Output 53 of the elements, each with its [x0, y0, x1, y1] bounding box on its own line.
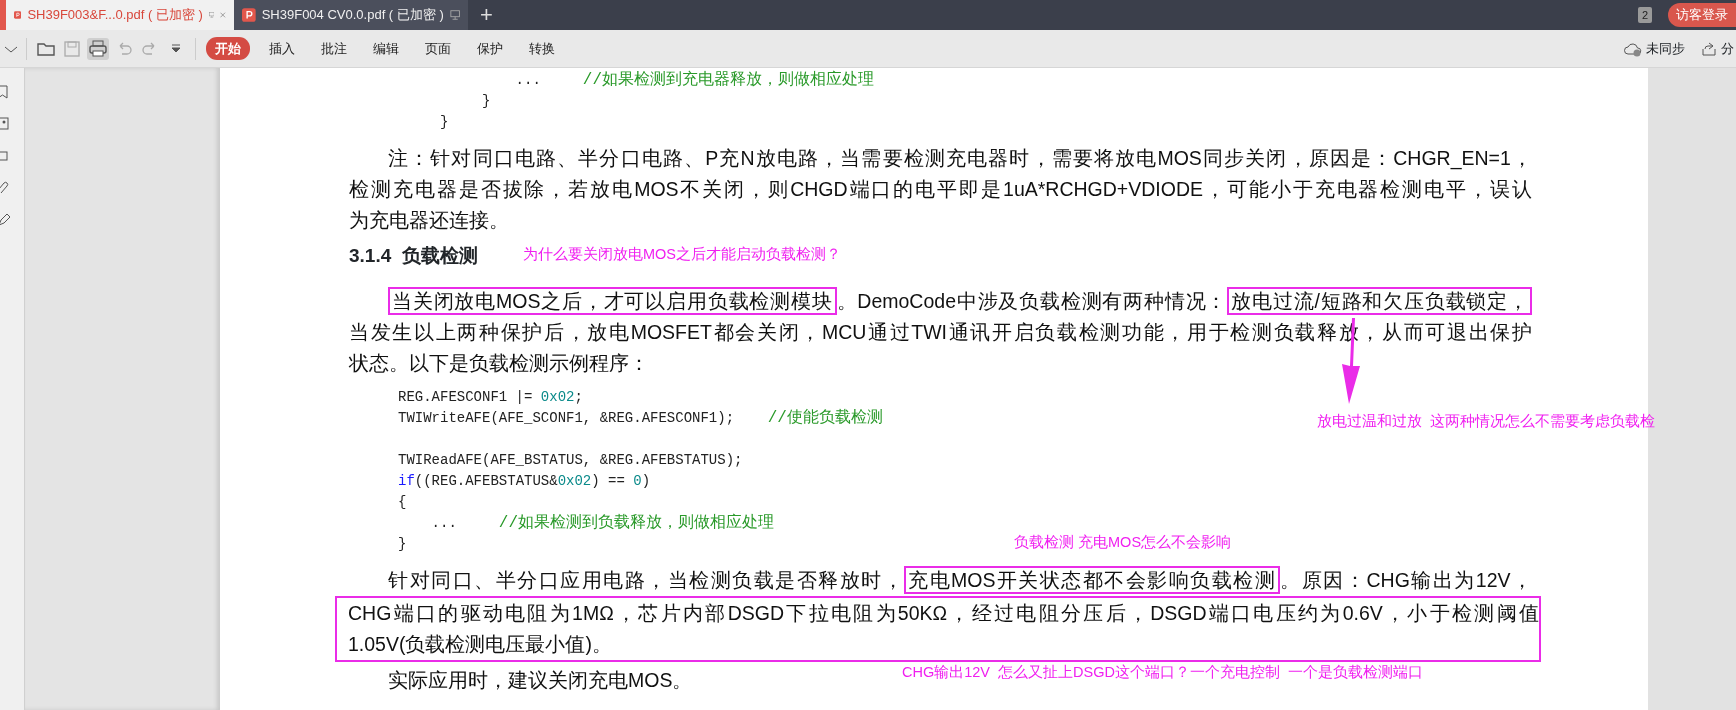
- code-line: {: [398, 493, 407, 512]
- monitor-icon: [208, 9, 215, 21]
- text-line: 实际应用时，建议关闭充电MOS。: [387, 668, 693, 693]
- annotation-note: CHG输出12V 怎么又扯上DSGD这个端口？一个充电控制 一个是负载检测端口: [902, 663, 1424, 682]
- pdf-icon: [242, 7, 256, 23]
- document-tab[interactable]: SH39F003&F...0.pdf ( 已加密 ): [0, 0, 234, 30]
- cloud-icon: [1624, 40, 1642, 57]
- ribbon-tab[interactable]: 批注: [308, 36, 360, 61]
- annotation-note: 负载检测 充电MOS怎么不会影响: [1014, 533, 1232, 552]
- highlighted-text: 当关闭放电MOS之后，才可以启用负载检测模块: [388, 287, 837, 315]
- monitor-icon: [449, 9, 460, 21]
- ribbon-tab[interactable]: 编辑: [360, 36, 412, 61]
- text-line: 状态。以下是负载检测示例程序：: [349, 351, 649, 376]
- code-line: TWIReadAFE(AFE_BSTATUS, &REG.AFEBSTATUS);: [398, 451, 743, 470]
- print-icon[interactable]: [87, 37, 109, 60]
- share-icon: [1701, 40, 1717, 57]
- body-text: 。原因：CHG输出为12V，: [1280, 569, 1532, 591]
- code-line: if((REG.AFEBSTATUS&0x02) == 0): [398, 472, 651, 491]
- document-tab[interactable]: SH39F004 CV0.0.pdf ( 已加密 ): [234, 0, 468, 30]
- sync-status[interactable]: 未同步: [1646, 38, 1685, 59]
- close-icon[interactable]: [220, 9, 226, 21]
- code-line: REG.AFESCONF1 |= 0x02;: [398, 388, 583, 407]
- ribbon-tab[interactable]: 开始: [206, 36, 250, 61]
- new-tab-button[interactable]: +: [468, 4, 505, 26]
- ribbon-tab[interactable]: 保护: [464, 36, 516, 61]
- body-text: 针对同口、半分口应用电路，当检测负载是否释放时，: [388, 569, 905, 591]
- annotation-note: 放电过温和过放 这两种情况怎么不需要考虑负载检: [1317, 412, 1656, 431]
- window-count-badge[interactable]: 2: [1637, 6, 1652, 24]
- ribbon-tab[interactable]: 转换: [516, 36, 568, 61]
- code-line: ... //如果检测到负载释放，则做相应处理: [430, 513, 775, 534]
- highlighted-text: 充电MOS开关状态都不会影响负载检测: [904, 566, 1281, 594]
- image-icon: [0, 116, 10, 132]
- paperclip-icon: [0, 180, 10, 196]
- pen-icon: [0, 212, 10, 228]
- code-line: ... //如果检测到充电器释放，则做相应处理: [514, 70, 875, 91]
- login-button[interactable]: 访客登录: [1668, 3, 1736, 27]
- ribbon-tab[interactable]: 页面: [412, 36, 464, 61]
- text-line: 检测充电器是否拔除，若放电MOS不关闭，则CHGD端口的电平即是1uA*RCHGD+VDIODE，可能小于充电器检测电平，误认: [349, 177, 1532, 202]
- highlighted-text: 放电过流/短路和欠压负载锁定，: [1227, 287, 1532, 315]
- bookmark-icon: [0, 84, 10, 100]
- ribbon-tab[interactable]: 插入: [256, 36, 308, 61]
- text-line: 注：针对同口电路、半分口电路、P充N放电路，当需要检测充电器时，需要将放电MOS同步关闭，原因是：CHGR_EN=1，: [387, 146, 1532, 172]
- code-line: }: [398, 535, 407, 554]
- section-heading: 3.1.4 负载检测: [349, 245, 478, 266]
- text-line: CHG端口的驱动电阻为1MΩ，芯片内部DSGD下拉电阻为50KΩ，经过电阻分压后，DSGD端口电压约为0.6V，小于检测阈值: [348, 601, 1539, 626]
- code-line: }: [439, 113, 449, 132]
- code-line: }: [481, 92, 491, 111]
- share-button[interactable]: 分: [1721, 38, 1734, 59]
- body-text: 。DemoCode中涉及负载检测有两种情况：: [836, 290, 1228, 312]
- text-line: 1.05V(负载检测电压最小值)。: [348, 632, 612, 657]
- annotation-note: 为什么要关闭放电MOS之后才能启动负载检测？: [523, 245, 842, 264]
- code-line: TWIWriteAFE(AFE_SCONF1, &REG.AFESCONF1); //使能负载检测: [398, 408, 883, 429]
- text-line: 为充电器还连接。: [349, 208, 509, 233]
